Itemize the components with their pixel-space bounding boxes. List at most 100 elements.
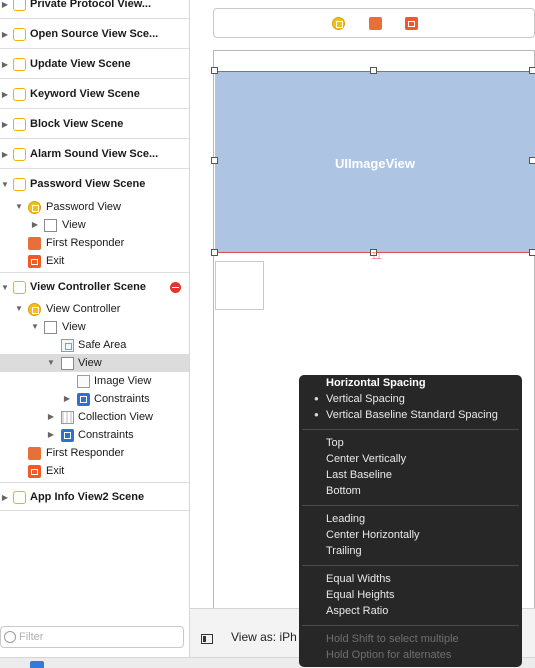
- disclosure-right-icon[interactable]: ▶: [30, 216, 40, 234]
- scene-icon: [13, 28, 26, 41]
- view-as-label[interactable]: View as: iPh: [231, 630, 297, 644]
- menu-item-vertical-baseline-spacing[interactable]: ● Vertical Baseline Standard Spacing: [314, 407, 498, 423]
- outline-item-exit[interactable]: Exit: [0, 462, 189, 480]
- outline-item-collection-view[interactable]: ▶ Collection View: [0, 408, 189, 426]
- scene-label: Alarm Sound View Sce...: [30, 148, 159, 160]
- image-view-icon: [77, 375, 90, 388]
- disclosure-right-icon[interactable]: ▶: [0, 110, 10, 138]
- outline-item-safe-area[interactable]: Safe Area: [0, 336, 189, 354]
- outline-item-image-view[interactable]: Image View: [0, 372, 189, 390]
- resize-handle[interactable]: [529, 157, 535, 164]
- menu-item-horizontal-spacing[interactable]: Horizontal Spacing: [326, 375, 426, 391]
- outline-item-first-responder[interactable]: First Responder: [0, 444, 189, 462]
- outline-item-view[interactable]: ▼ View: [0, 318, 189, 336]
- bullet-icon: ●: [314, 410, 319, 419]
- bullet-icon: ●: [314, 394, 319, 403]
- image-view[interactable]: UIImageView: [215, 71, 535, 253]
- resize-handle[interactable]: [211, 157, 218, 164]
- scene-label: Password View Scene: [30, 178, 146, 190]
- menu-item-label: Vertical Spacing: [326, 393, 405, 405]
- outline-scene-alarm-sound[interactable]: ▶ Alarm Sound View Sce...: [0, 140, 189, 169]
- outline-scene-password[interactable]: ▼ Password View Scene: [0, 170, 189, 199]
- scene-label: View Controller Scene: [30, 281, 146, 293]
- item-label: Safe Area: [78, 339, 127, 351]
- item-label: Exit: [46, 465, 65, 477]
- menu-item-bottom[interactable]: Bottom: [326, 483, 361, 499]
- menu-item-top[interactable]: Top: [326, 435, 344, 451]
- first-responder-icon[interactable]: [369, 17, 382, 30]
- disclosure-right-icon[interactable]: ▶: [46, 426, 56, 444]
- item-label: Constraints: [94, 393, 150, 405]
- disclosure-down-icon[interactable]: ▼: [14, 300, 24, 318]
- outline-scene-view-controller[interactable]: ▼ View Controller Scene: [0, 272, 189, 301]
- outline-scene-update[interactable]: ▶ Update View Scene: [0, 50, 189, 79]
- disclosure-down-icon[interactable]: ▼: [46, 354, 56, 372]
- outline-item-constraints[interactable]: ▶ Constraints: [0, 426, 189, 444]
- menu-separator: [302, 565, 519, 566]
- resize-handle[interactable]: [529, 67, 535, 74]
- disclosure-right-icon[interactable]: ▶: [62, 390, 72, 408]
- outline-filter-field[interactable]: [0, 626, 184, 648]
- scene-label: Update View Scene: [30, 58, 131, 70]
- menu-hint-option: Hold Option for alternates: [326, 649, 452, 661]
- menu-item-equal-widths[interactable]: Equal Widths: [326, 571, 391, 587]
- item-label: Password View: [46, 201, 121, 213]
- constraints-icon: [61, 429, 74, 442]
- menu-item-center-vertically[interactable]: Center Vertically: [326, 451, 406, 467]
- menu-item-last-baseline[interactable]: Last Baseline: [326, 467, 392, 483]
- scene-icon: [13, 491, 26, 504]
- disclosure-right-icon[interactable]: ▶: [0, 80, 10, 108]
- image-view-label: UIImageView: [335, 156, 415, 171]
- outline-scene-app-info-view2[interactable]: ▶ App Info View2 Scene: [0, 482, 189, 511]
- scene-label: Open Source View Sce...: [30, 28, 159, 40]
- outline-item-view-selected[interactable]: ▼ View: [0, 354, 189, 372]
- outline-item-exit[interactable]: Exit: [0, 252, 189, 270]
- disclosure-down-icon[interactable]: ▼: [30, 318, 40, 336]
- outline-item-view[interactable]: ▶ View: [0, 216, 189, 234]
- disclosure-right-icon[interactable]: ▶: [0, 50, 10, 78]
- outline-scene-block[interactable]: ▶ Block View Scene: [0, 110, 189, 139]
- error-badge-icon[interactable]: [170, 282, 181, 293]
- item-label: First Responder: [46, 447, 125, 459]
- outline-scene-private-protocol[interactable]: ▶ Private Protocol View...: [0, 0, 189, 19]
- item-label: View: [78, 357, 102, 369]
- item-label: View: [62, 321, 86, 333]
- resize-handle[interactable]: [211, 67, 218, 74]
- scene-icon: [13, 118, 26, 131]
- disclosure-down-icon[interactable]: ▼: [0, 170, 10, 199]
- scene-label: Private Protocol View...: [30, 0, 152, 10]
- outline-item-password-view[interactable]: ▼ Password View: [0, 198, 189, 216]
- disclosure-down-icon[interactable]: ▼: [14, 198, 24, 216]
- scene-icon: [13, 178, 26, 191]
- collection-view-placeholder[interactable]: [215, 261, 264, 310]
- exit-icon[interactable]: [405, 17, 418, 30]
- menu-item-aspect-ratio[interactable]: Aspect Ratio: [326, 603, 388, 619]
- resize-handle[interactable]: [529, 249, 535, 256]
- menu-item-center-horizontally[interactable]: Center Horizontally: [326, 527, 420, 543]
- menu-item-label: Vertical Baseline Standard Spacing: [326, 409, 498, 421]
- view-controller-icon[interactable]: [332, 17, 345, 30]
- outline-scene-keyword[interactable]: ▶ Keyword View Scene: [0, 80, 189, 109]
- scene-icon: [13, 148, 26, 161]
- scene-dock: [213, 8, 535, 38]
- resize-handle[interactable]: [370, 67, 377, 74]
- filter-input[interactable]: [19, 629, 179, 645]
- outline-item-view-controller[interactable]: ▼ View Controller: [0, 300, 189, 318]
- disclosure-right-icon[interactable]: ▶: [0, 20, 10, 48]
- scene-label: Block View Scene: [30, 118, 124, 130]
- resize-handle[interactable]: [211, 249, 218, 256]
- disclosure-right-icon[interactable]: ▶: [0, 0, 10, 18]
- menu-item-vertical-spacing[interactable]: ● Vertical Spacing: [314, 391, 405, 407]
- outline-item-first-responder[interactable]: First Responder: [0, 234, 189, 252]
- disclosure-right-icon[interactable]: ▶: [46, 408, 56, 426]
- menu-item-equal-heights[interactable]: Equal Heights: [326, 587, 395, 603]
- panel-toggle-icon[interactable]: [201, 634, 213, 644]
- outline-scene-open-source[interactable]: ▶ Open Source View Sce...: [0, 20, 189, 49]
- menu-item-trailing[interactable]: Trailing: [326, 543, 362, 559]
- disclosure-right-icon[interactable]: ▶: [0, 140, 10, 168]
- disclosure-down-icon[interactable]: ▼: [0, 273, 10, 301]
- first-responder-icon: [28, 237, 41, 250]
- disclosure-right-icon[interactable]: ▶: [0, 483, 10, 510]
- menu-item-leading[interactable]: Leading: [326, 511, 365, 527]
- outline-item-constraints[interactable]: ▶ Constraints: [0, 390, 189, 408]
